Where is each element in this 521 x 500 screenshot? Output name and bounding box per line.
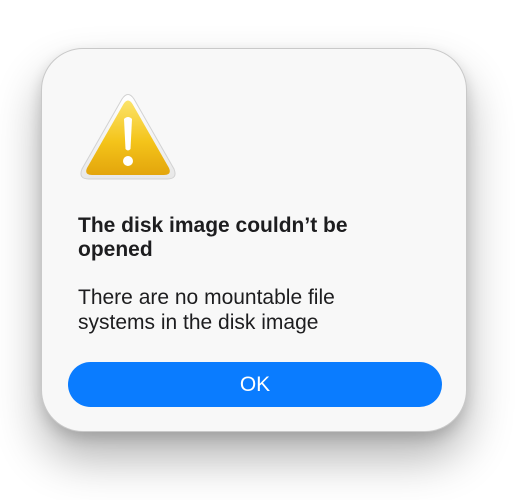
warning-triangle-icon xyxy=(78,91,178,183)
screen: The disk image couldn’t be opened There … xyxy=(0,0,521,500)
ok-button[interactable]: OK xyxy=(68,362,442,407)
dialog-title: The disk image couldn’t be opened xyxy=(78,214,348,261)
alert-dialog: The disk image couldn’t be opened There … xyxy=(41,48,467,432)
dialog-message: There are no mountable file systems in t… xyxy=(78,286,335,334)
